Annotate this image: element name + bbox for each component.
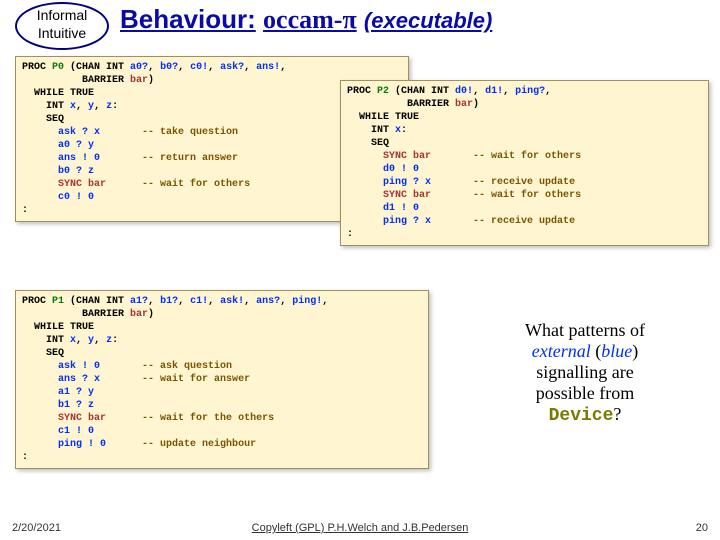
title-exec: (executable) (364, 8, 492, 33)
slide-title: Behaviour: occam-π (executable) (120, 4, 492, 35)
title-word: Behaviour: (120, 4, 256, 34)
footer-page-number: 20 (696, 522, 708, 534)
q-qmark: ? (613, 404, 621, 424)
q-line2a: external (532, 341, 591, 361)
footer-copyleft: Copyleft (GPL) P.H.Welch and J.B.Pederse… (0, 522, 720, 534)
title-occam: occam-π (263, 5, 357, 34)
q-line4: possible from (536, 383, 635, 403)
q-line1: What patterns of (525, 320, 645, 340)
q-line2c: blue (601, 341, 632, 361)
q-line3: signalling are (536, 362, 633, 382)
question-text: What patterns of external (blue) signall… (475, 320, 695, 426)
q-device: Device (549, 406, 614, 426)
code-box-p2: PROC P2 (CHAN INT d0!, d1!, ping?, BARRI… (340, 80, 709, 246)
oval-line1: Informal (37, 7, 88, 23)
oval-line2: Intuitive (38, 25, 86, 41)
code-box-p1: PROC P1 (CHAN INT a1?, b1?, c1!, ask!, a… (15, 290, 429, 469)
oval-badge: Informal Intuitive (15, 2, 109, 50)
slide-header: Informal Intuitive Behaviour: occam-π (e… (0, 0, 720, 48)
